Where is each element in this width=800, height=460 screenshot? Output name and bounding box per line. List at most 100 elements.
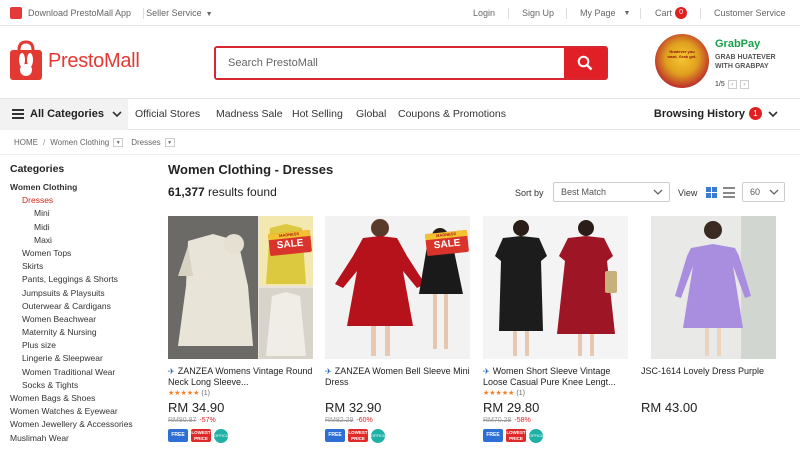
official-store-icon: OFFICIAL: [529, 429, 547, 443]
product-price: RM 32.90: [325, 400, 382, 415]
per-page-select[interactable]: 60: [742, 182, 785, 202]
grabpay-promo-banner[interactable]: Huatever you want, Grab got. GrabPay GRA…: [655, 32, 795, 96]
product-card[interactable]: ✈ Women Short Sleeve Vintage Loose Casual…: [483, 216, 628, 443]
per-page-value: 60: [750, 187, 761, 197]
all-categories-label: All Categories: [30, 108, 104, 120]
product-name[interactable]: ✈ ZANZEA Women Bell Sleeve Mini Dress: [325, 366, 470, 388]
product-card[interactable]: JSC-1614 Lovely Dress Purple RM 43.00: [641, 216, 786, 426]
product-rating: ★★★★★ (1): [168, 390, 210, 397]
product-card[interactable]: MADNESS SALE ✈ ZANZEA Women Bell Sleeve Mi…: [325, 216, 470, 443]
customer-service-link[interactable]: Customer Service: [714, 0, 786, 26]
lowest-price-icon: LOWEST PRICE: [191, 429, 211, 442]
free-shipping-icon: FREE: [325, 429, 345, 442]
my-page-menu[interactable]: My Page ▼: [580, 0, 630, 26]
product-image[interactable]: [483, 216, 628, 359]
nav-madness-sale[interactable]: Madness Sale: [216, 108, 283, 120]
next-arrow-icon[interactable]: ›: [739, 80, 749, 89]
product-rating: [641, 389, 786, 398]
product-image[interactable]: [651, 216, 776, 359]
airplane-icon: ✈: [168, 367, 175, 376]
download-app-label: Download PrestoMall App: [28, 7, 132, 18]
browsing-history-button[interactable]: Browsing History 1: [654, 107, 778, 120]
prestomall-logo[interactable]: PrestoMall: [8, 40, 140, 82]
cart-count-badge: 0: [675, 7, 688, 19]
all-categories-button[interactable]: All Categories: [0, 98, 128, 130]
cart-link[interactable]: Cart 0: [655, 0, 688, 26]
main-nav: All Categories Official Stores Madness S…: [0, 98, 800, 130]
chevron-down-icon: [769, 189, 779, 195]
product-image[interactable]: MADNESS SALE: [168, 216, 313, 359]
caret-down-icon: ▼: [205, 10, 213, 18]
product-old-price: RM82.29 -60%: [325, 417, 373, 424]
product-name[interactable]: ✈ Women Short Sleeve Vintage Loose Casual…: [483, 366, 628, 388]
promo-text: GRAB HUATEVER WITH GRABPAY: [715, 54, 776, 70]
sidebar-item-women-tops[interactable]: Women Tops: [10, 247, 155, 260]
sidebar-item-mini[interactable]: Mini: [10, 207, 155, 220]
search-bar: [214, 46, 608, 80]
sidebar-item-lingerie[interactable]: Lingerie & Sleepwear: [10, 352, 155, 365]
product-name[interactable]: ✈ ZANZEA Womens Vintage Round Neck Long S…: [168, 366, 313, 388]
cart-label: Cart: [655, 8, 673, 18]
sidebar-item-women-clothing[interactable]: Women Clothing: [10, 181, 155, 194]
sidebar-item-beachwear[interactable]: Women Beachwear: [10, 313, 155, 326]
product-badges: FREE LOWEST PRICE OFFICIAL: [325, 429, 470, 443]
signup-label: Sign Up: [522, 8, 555, 18]
login-link[interactable]: Login: [473, 0, 495, 26]
sidebar-item-jumpsuits[interactable]: Jumpsuits & Playsuits: [10, 287, 155, 300]
search-button[interactable]: [564, 48, 606, 78]
product-rating: ★★★★★ (1): [483, 390, 525, 397]
top-bar: Download PrestoMall App Seller Service ▼ …: [0, 0, 800, 26]
browsing-history-label: Browsing History: [653, 107, 745, 120]
sidebar-item-socks[interactable]: Socks & Tights: [10, 379, 155, 392]
download-app-link[interactable]: Download PrestoMall App: [10, 6, 132, 19]
history-count-badge: 1: [749, 107, 762, 120]
sidebar-item-midi[interactable]: Midi: [10, 221, 155, 234]
app-bag-icon: [10, 6, 22, 19]
grid-view-icon[interactable]: [706, 187, 717, 198]
breadcrumb-dresses[interactable]: Dresses: [131, 138, 160, 147]
view-label: View: [678, 188, 698, 198]
seller-service-menu[interactable]: Seller Service ▼: [146, 8, 212, 18]
sidebar-item-skirts[interactable]: Skirts: [10, 260, 155, 273]
prev-arrow-icon[interactable]: ‹: [727, 80, 737, 89]
breadcrumb: HOME / Women Clothing ▼ Dresses ▼: [14, 138, 183, 147]
product-old-price: [641, 416, 786, 426]
promo-pager-label: 1/5: [715, 81, 725, 88]
nav-official-stores[interactable]: Official Stores: [135, 108, 200, 120]
my-page-label: My Page: [580, 8, 616, 18]
chevron-down-icon: [112, 111, 122, 118]
product-name[interactable]: JSC-1614 Lovely Dress Purple: [641, 366, 786, 388]
product-badges: FREE LOWEST PRICE OFFICIAL: [483, 429, 628, 443]
sidebar-item-plus-size[interactable]: Plus size: [10, 339, 155, 352]
product-image[interactable]: MADNESS SALE: [325, 216, 470, 359]
breadcrumb-women-clothing[interactable]: Women Clothing: [50, 138, 109, 147]
airplane-icon: ✈: [483, 367, 490, 376]
sidebar-item-jewellery[interactable]: Women Jewellery & Accessories: [10, 418, 155, 431]
promo-pager: 1/5 ‹ ›: [715, 80, 749, 89]
sidebar-item-bags-shoes[interactable]: Women Bags & Shoes: [10, 392, 155, 405]
sidebar-item-watches[interactable]: Women Watches & Eyewear: [10, 405, 155, 418]
sidebar-item-muslimah[interactable]: Muslimah Wear: [10, 432, 155, 445]
sidebar-item-outerwear[interactable]: Outerwear & Cardigans: [10, 300, 155, 313]
sidebar-item-maxi[interactable]: Maxi: [10, 234, 155, 247]
sidebar-item-pants[interactable]: Pants, Leggings & Shorts: [10, 273, 155, 286]
nav-global[interactable]: Global: [356, 108, 386, 120]
breadcrumb-dropdown-icon[interactable]: ▼: [164, 138, 175, 147]
sidebar-item-maternity[interactable]: Maternity & Nursing: [10, 326, 155, 339]
list-view-icon[interactable]: [723, 187, 735, 198]
product-card[interactable]: MADNESS SALE ✈ ZANZEA Womens Vintage Round…: [168, 216, 313, 443]
hamburger-icon: [12, 109, 24, 119]
nav-hot-selling[interactable]: Hot Selling: [292, 108, 343, 120]
sidebar-item-dresses[interactable]: Dresses: [10, 194, 155, 207]
sort-select[interactable]: Best Match: [553, 182, 670, 202]
sidebar-title: Categories: [10, 163, 65, 175]
logo-text: PrestoMall: [48, 49, 140, 72]
chevron-down-icon: [768, 110, 778, 117]
signup-link[interactable]: Sign Up: [522, 0, 554, 26]
breadcrumb-home[interactable]: HOME: [14, 138, 38, 147]
search-input[interactable]: [216, 48, 564, 78]
sidebar-item-traditional[interactable]: Women Traditional Wear: [10, 366, 155, 379]
nav-coupons-promotions[interactable]: Coupons & Promotions: [398, 108, 506, 120]
breadcrumb-dropdown-icon[interactable]: ▼: [113, 138, 124, 147]
product-old-price: RM80.87 -57%: [168, 417, 216, 424]
